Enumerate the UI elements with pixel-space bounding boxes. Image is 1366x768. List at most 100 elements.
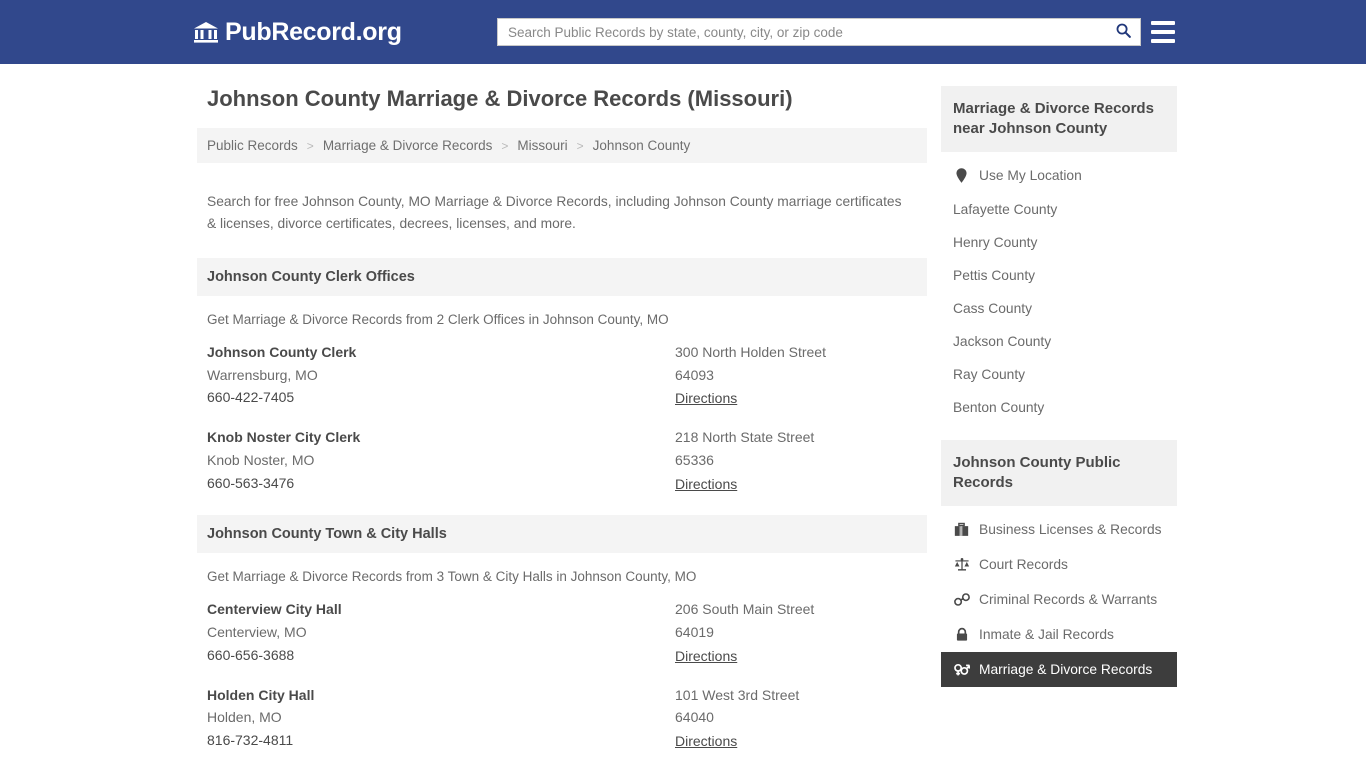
sidebar-item-benton-county[interactable]: Benton County [941,391,1177,424]
listing-right-column: 101 West 3rd Street 64040 Directions [675,684,917,755]
sidebar-public-records-heading: Johnson County Public Records [941,439,1177,506]
listing-left-column: Centerview City Hall Centerview, MO 660-… [207,598,675,669]
sidebar-county-label: Benton County [953,399,1045,415]
sidebar-county-label: Ray County [953,366,1026,382]
map-pin-icon [953,167,970,184]
sidebar-county-label: Pettis County [953,267,1036,283]
sidebar-record-label: Inmate & Jail Records [979,626,1114,642]
organization-city-state: Centerview, MO [207,624,307,641]
briefcase-icon [953,521,970,538]
organization-zip: 64019 [675,624,714,641]
listing-row: Centerview City Hall Centerview, MO 660-… [197,584,927,669]
lock-icon [953,626,970,643]
organization-name: Holden City Hall [207,686,315,703]
page-title: Johnson County Marriage & Divorce Record… [207,86,793,111]
page-body: Johnson County Marriage & Divorce Record… [0,64,1366,755]
sidebar-nearby-heading: Marriage & Divorce Records near Johnson … [941,86,1177,152]
organization-phone: 816-732-4811 [207,732,294,749]
sidebar-record-label: Marriage & Divorce Records [979,661,1153,677]
site-logo[interactable]: PubRecord.org [193,19,402,45]
hamburger-menu-icon[interactable] [1151,19,1175,45]
use-my-location-button[interactable]: Use My Location [941,158,1177,193]
search-input[interactable] [498,19,1106,45]
search-icon [1115,22,1132,42]
listing-row: Holden City Hall Holden, MO 816-732-4811… [197,670,927,755]
section-subtitle: Get Marriage & Divorce Records from 3 To… [207,569,697,585]
organization-city-state: Holden, MO [207,709,282,726]
sidebar-public-records-list: Business Licenses & Records Court Record… [941,506,1177,687]
organization-street: 101 West 3rd Street [675,686,800,703]
sidebar-item-lafayette-county[interactable]: Lafayette County [941,193,1177,226]
sidebar-county-label: Lafayette County [953,201,1058,217]
scales-of-justice-icon [953,556,970,573]
breadcrumb-item-johnson-county[interactable]: Johnson County [593,138,691,153]
organization-city-state: Warrensburg, MO [207,366,318,383]
sidebar-item-court-records[interactable]: Court Records [941,547,1177,582]
organization-city-state: Knob Noster, MO [207,451,315,468]
sidebar-item-jackson-county[interactable]: Jackson County [941,325,1177,358]
breadcrumb: Public Records > Marriage & Divorce Reco… [197,128,927,164]
sidebar-item-criminal-records[interactable]: Criminal Records & Warrants [941,582,1177,617]
listing-left-column: Johnson County Clerk Warrensburg, MO 660… [207,341,675,412]
organization-street: 206 South Main Street [675,601,815,618]
sidebar: Marriage & Divorce Records near Johnson … [941,86,1177,755]
section-town-city-halls: Johnson County Town & City Halls Get Mar… [197,515,927,755]
organization-zip: 65336 [675,451,714,468]
page-intro-text: Search for free Johnson County, MO Marri… [207,194,902,231]
directions-link[interactable]: Directions [675,733,737,749]
search-button[interactable] [1106,19,1140,45]
section-clerk-offices: Johnson County Clerk Offices Get Marriag… [197,257,927,498]
sidebar-item-business-licenses[interactable]: Business Licenses & Records [941,512,1177,547]
breadcrumb-separator: > [501,138,509,153]
use-my-location-label: Use My Location [979,167,1082,183]
listing-left-column: Knob Noster City Clerk Knob Noster, MO 6… [207,426,675,497]
bank-building-icon [193,19,219,45]
sidebar-record-label: Business Licenses & Records [979,521,1162,537]
directions-link[interactable]: Directions [675,476,737,492]
breadcrumb-item-missouri[interactable]: Missouri [517,138,567,153]
sidebar-item-inmate-jail-records[interactable]: Inmate & Jail Records [941,617,1177,652]
sidebar-item-pettis-county[interactable]: Pettis County [941,259,1177,292]
breadcrumb-item-public-records[interactable]: Public Records [207,138,298,153]
sidebar-item-henry-county[interactable]: Henry County [941,226,1177,259]
breadcrumb-item-marriage-divorce-records[interactable]: Marriage & Divorce Records [323,138,493,153]
sidebar-county-label: Jackson County [953,333,1052,349]
section-heading: Johnson County Clerk Offices [197,257,927,296]
listing-row: Johnson County Clerk Warrensburg, MO 660… [197,327,927,412]
site-header: PubRecord.org [0,0,1366,64]
organization-zip: 64093 [675,366,714,383]
search-bar [497,18,1141,46]
organization-phone: 660-656-3688 [207,646,295,663]
listing-right-column: 218 North State Street 65336 Directions [675,426,917,497]
organization-street: 218 North State Street [675,429,815,446]
sidebar-record-label: Criminal Records & Warrants [979,591,1158,607]
breadcrumb-separator: > [576,138,584,153]
organization-name: Centerview City Hall [207,601,342,618]
organization-zip: 64040 [675,709,714,726]
hamburger-bar [1151,30,1175,34]
organization-name: Johnson County Clerk [207,343,357,360]
hamburger-bar [1151,21,1175,25]
section-heading: Johnson County Town & City Halls [197,515,927,554]
organization-street: 300 North Holden Street [675,343,826,360]
organization-name: Knob Noster City Clerk [207,429,361,446]
handcuffs-icon [953,591,970,608]
breadcrumb-separator: > [306,138,314,153]
sidebar-record-label: Court Records [979,556,1068,572]
directions-link[interactable]: Directions [675,390,737,406]
listing-left-column: Holden City Hall Holden, MO 816-732-4811 [207,684,675,755]
sidebar-nearby-list: Use My Location Lafayette County Henry C… [941,152,1177,424]
sidebar-item-marriage-divorce-records[interactable]: Marriage & Divorce Records [941,651,1177,687]
sidebar-item-cass-county[interactable]: Cass County [941,292,1177,325]
listing-right-column: 300 North Holden Street 64093 Directions [675,341,917,412]
hamburger-bar [1151,39,1175,43]
sidebar-item-ray-county[interactable]: Ray County [941,358,1177,391]
organization-phone: 660-563-3476 [207,474,295,491]
listing-right-column: 206 South Main Street 64019 Directions [675,598,917,669]
organization-phone: 660-422-7405 [207,389,295,406]
logo-text: PubRecord.org [225,17,402,46]
directions-link[interactable]: Directions [675,648,737,664]
venus-mars-icon [953,661,970,678]
section-subtitle: Get Marriage & Divorce Records from 2 Cl… [207,311,669,327]
